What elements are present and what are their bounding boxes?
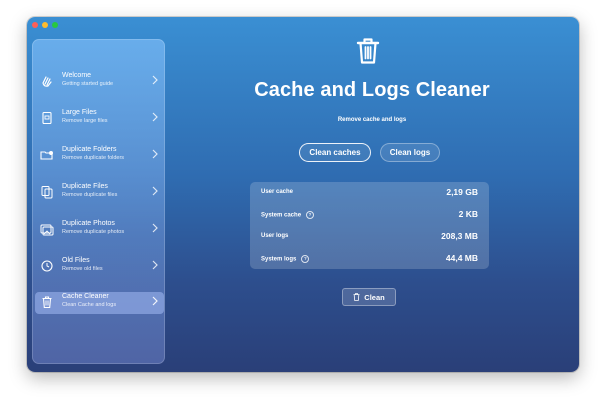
page-subtitle: Remove cache and logs — [337, 117, 407, 123]
sidebar-item-duplicate-files[interactable]: Duplicate Files Remove duplicate files — [35, 182, 164, 204]
chevron-right-icon — [151, 75, 159, 85]
chevron-right-icon — [151, 223, 159, 233]
clock-icon — [40, 259, 54, 273]
info-icon[interactable]: ? — [306, 211, 315, 219]
sidebar-item-large-files[interactable]: Large Files Remove large files — [35, 108, 164, 130]
sidebar-item-cache-cleaner[interactable]: Cache Cleaner Clean Cache and logs — [35, 292, 164, 314]
main-content: Cache and Logs Cleaner Remove cache and … — [165, 17, 579, 372]
sidebar-item-title: Old Files — [62, 257, 90, 264]
folder-duplicate-icon — [40, 148, 54, 162]
stat-row-system-logs: System logs? 44,4 MB — [250, 249, 489, 271]
stat-label: User cache — [261, 189, 294, 195]
sidebar-item-subtitle: Clean Cache and logs — [62, 302, 117, 308]
clean-button[interactable]: Clean — [342, 288, 396, 306]
sidebar-item-duplicate-folders[interactable]: Duplicate Folders Remove duplicate folde… — [35, 145, 164, 167]
sidebar-item-title: Cache Cleaner — [62, 293, 109, 300]
sidebar-item-title: Duplicate Photos — [62, 220, 115, 227]
app-window: Welcome Getting started guide Large File… — [27, 17, 579, 372]
page-title: Cache and Logs Cleaner — [254, 79, 490, 101]
stat-label: System cache? — [261, 211, 315, 219]
clean-button-label: Clean — [364, 292, 385, 302]
sidebar: Welcome Getting started guide Large File… — [32, 39, 165, 364]
sidebar-item-title: Duplicate Files — [62, 183, 108, 190]
zoom-window-button[interactable] — [52, 22, 58, 28]
tab-clean-caches[interactable]: Clean caches — [299, 143, 371, 162]
stat-label: System logs? — [261, 255, 310, 263]
stat-value: 2 KB — [458, 209, 478, 219]
sidebar-item-welcome[interactable]: Welcome Getting started guide — [35, 71, 164, 93]
wave-hand-icon — [40, 74, 54, 88]
chevron-right-icon — [151, 112, 159, 122]
tab-clean-logs[interactable]: Clean logs — [380, 143, 440, 162]
chevron-right-icon — [151, 186, 159, 196]
traffic-lights — [32, 22, 58, 28]
sidebar-item-subtitle: Remove duplicate photos — [62, 229, 125, 235]
stat-value: 2,19 GB — [446, 187, 478, 197]
sidebar-item-subtitle: Remove duplicate files — [62, 192, 118, 198]
stat-row-user-cache: User cache 2,19 GB — [250, 183, 489, 205]
close-window-button[interactable] — [32, 22, 38, 28]
stat-label: User logs — [261, 233, 289, 239]
stat-value: 44,4 MB — [445, 253, 478, 263]
sidebar-item-subtitle: Remove large files — [62, 118, 108, 124]
stat-value: 208,3 MB — [441, 231, 478, 241]
photos-duplicate-icon — [40, 222, 54, 236]
sidebar-item-title: Welcome — [62, 72, 92, 79]
trash-icon — [40, 295, 54, 309]
stat-row-user-logs: User logs 208,3 MB — [250, 227, 489, 249]
files-duplicate-icon — [40, 185, 54, 199]
chevron-right-icon — [151, 260, 159, 270]
sidebar-item-title: Duplicate Folders — [62, 146, 117, 153]
sidebar-item-subtitle: Remove duplicate folders — [62, 155, 125, 161]
minimize-window-button[interactable] — [42, 22, 48, 28]
sidebar-item-title: Large Files — [62, 109, 97, 116]
stat-row-system-cache: System cache? 2 KB — [250, 205, 489, 227]
chevron-right-icon — [151, 296, 159, 306]
trash-icon — [353, 293, 360, 301]
sidebar-item-subtitle: Remove old files — [62, 266, 103, 272]
large-file-icon — [40, 111, 54, 125]
stats-panel: User cache 2,19 GB System cache? 2 KB Us… — [250, 182, 489, 269]
info-icon[interactable]: ? — [301, 255, 310, 263]
chevron-right-icon — [151, 149, 159, 159]
trash-icon — [356, 37, 380, 65]
sidebar-item-duplicate-photos[interactable]: Duplicate Photos Remove duplicate photos — [35, 219, 164, 241]
sidebar-item-old-files[interactable]: Old Files Remove old files — [35, 256, 164, 278]
sidebar-item-subtitle: Getting started guide — [62, 81, 114, 87]
